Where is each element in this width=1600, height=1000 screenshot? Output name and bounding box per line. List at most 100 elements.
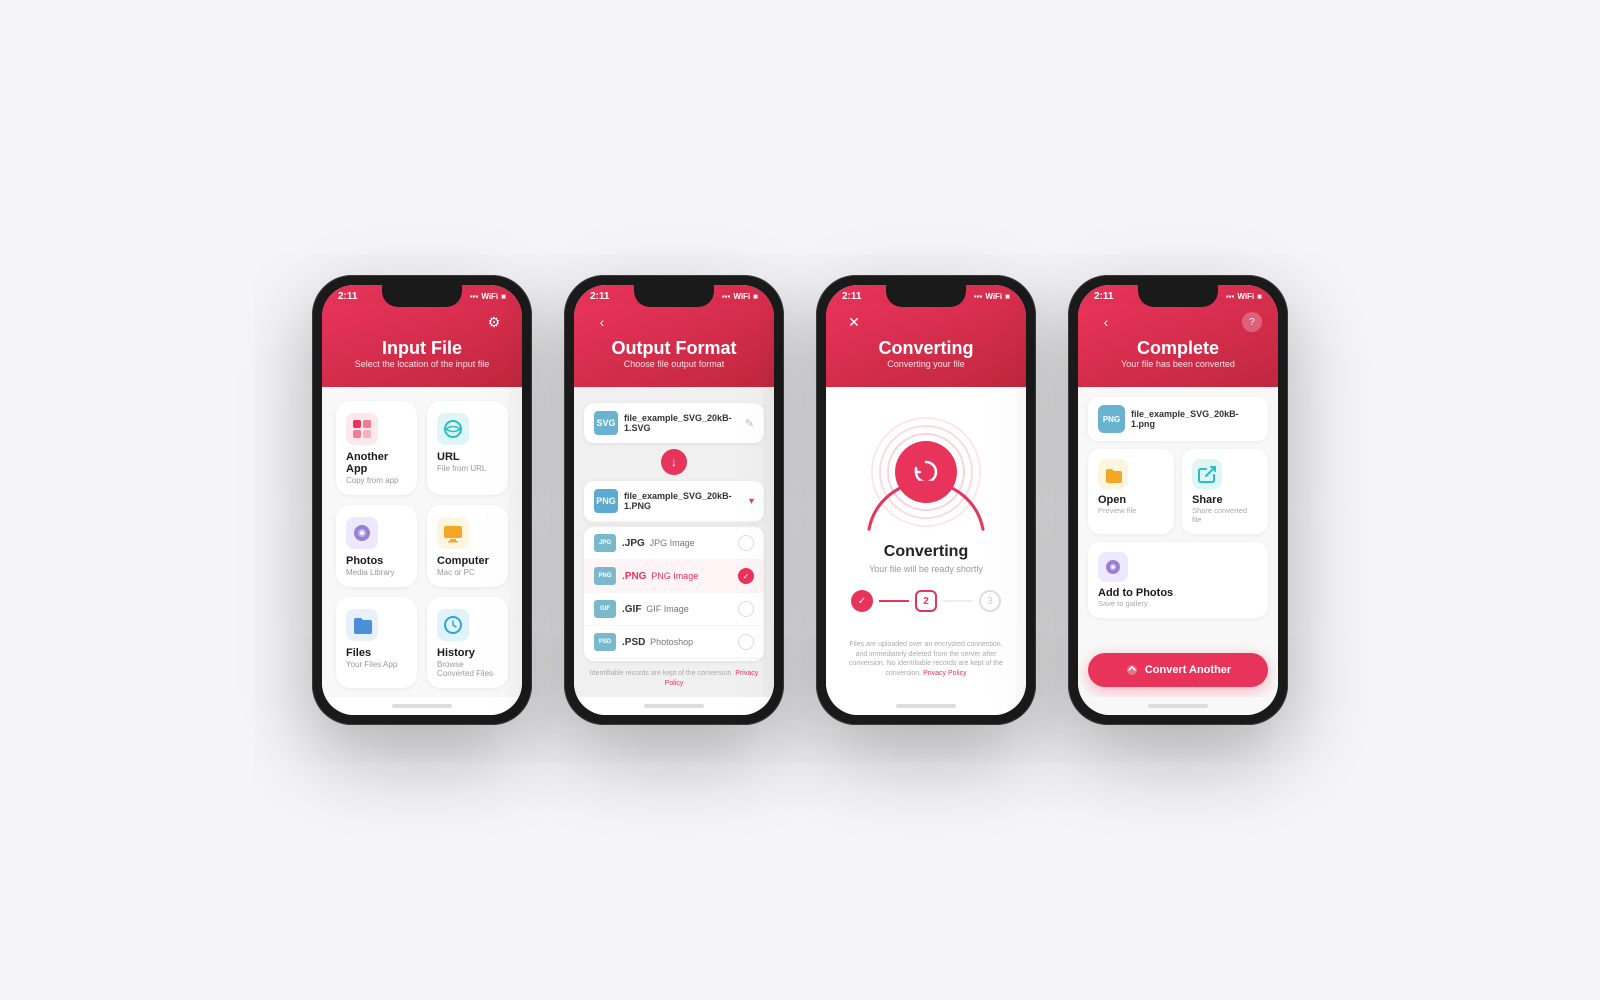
computer-icon — [437, 517, 469, 549]
option-card-files[interactable]: Files Your Files App — [336, 597, 417, 688]
privacy-note-2: Identifiable records are kept of the con… — [574, 661, 774, 697]
gif-check — [738, 601, 754, 617]
header-row-4: ‹ ? — [1094, 310, 1262, 334]
phone-body-2: SVG file_example_SVG_20kB-1.SVG ✎ ↓ PNG … — [574, 387, 774, 697]
psd-file-icon: PSD — [594, 633, 616, 651]
notch-1 — [382, 285, 462, 307]
action-grid: Open Preview file Share Share converted … — [1088, 449, 1268, 534]
header-subtitle-2: Choose file output format — [624, 359, 725, 369]
open-icon — [1098, 459, 1128, 489]
option-card-another-app[interactable]: Another App Copy from app — [336, 401, 417, 495]
phone-screen-4: 2:11 ▪▪▪ WiFi ■ ‹ ? Complete — [1078, 285, 1278, 715]
option-card-computer[interactable]: Computer Mac or PC — [427, 505, 508, 587]
step-line-2 — [943, 600, 973, 602]
back-button-4[interactable]: ‹ — [1094, 310, 1118, 334]
step-2-current: 2 — [915, 590, 937, 612]
wifi-icon-2: WiFi — [733, 292, 750, 301]
add-photos-sub: Save to gallery — [1098, 599, 1148, 608]
action-card-share[interactable]: Share Share converted file — [1182, 449, 1268, 534]
battery-icon-3: ■ — [1005, 292, 1010, 301]
battery-icon: ■ — [501, 292, 506, 301]
header-row-3: ✕ — [842, 310, 1010, 334]
share-icon — [1192, 459, 1222, 489]
privacy-link-3[interactable]: Privacy Policy — [923, 670, 967, 677]
phone-screen-2: 2:11 ▪▪▪ WiFi ■ ‹ Output For — [574, 285, 774, 715]
converting-label: Converting — [884, 543, 968, 561]
status-time-1: 2:11 — [338, 291, 357, 302]
signal-icon-3: ▪▪▪ — [974, 292, 983, 301]
photos-sublabel: Media Library — [346, 568, 394, 577]
back-button-2[interactable]: ‹ — [590, 310, 614, 334]
edit-icon[interactable]: ✎ — [745, 417, 754, 430]
signal-icon: ▪▪▪ — [470, 292, 479, 301]
header-row-2: ‹ — [590, 310, 758, 334]
step-3-next: 3 — [979, 590, 1001, 612]
photos-icon — [346, 517, 378, 549]
header-title-3: Converting — [878, 338, 973, 359]
signal-icon-4: ▪▪▪ — [1226, 292, 1235, 301]
format-item-png[interactable]: PNG .PNG PNG Image ✓ — [584, 560, 764, 593]
input-file-bar: SVG file_example_SVG_20kB-1.SVG ✎ — [584, 403, 764, 443]
history-label: History — [437, 647, 475, 659]
format-item-gif[interactable]: GIF .GIF GIF Image — [584, 593, 764, 626]
phone-frame-3: 2:11 ▪▪▪ WiFi ■ ✕ Converting — [816, 275, 1036, 725]
wifi-icon: WiFi — [481, 292, 498, 301]
status-icons-4: ▪▪▪ WiFi ■ — [1226, 292, 1262, 301]
share-sub: Share converted file — [1192, 506, 1258, 524]
header-subtitle-3: Converting your file — [887, 359, 965, 369]
phone-header-2: ‹ Output Format Choose file output forma… — [574, 304, 774, 387]
wifi-icon-4: WiFi — [1237, 292, 1254, 301]
option-card-history[interactable]: History Browse Converted Files — [427, 597, 508, 688]
format-list: JPG .JPG JPG Image PNG .PNG PNG Image ✓ … — [584, 527, 764, 661]
result-file-icon: PNG — [1098, 405, 1125, 433]
gif-file-icon: GIF — [594, 600, 616, 618]
format-item-psd[interactable]: PSD .PSD Photoshop — [584, 626, 764, 659]
computer-sublabel: Mac or PC — [437, 568, 475, 577]
phone-body-1: Another App Copy from app URL File from … — [322, 387, 522, 697]
status-time-4: 2:11 — [1094, 291, 1113, 302]
phone-header-4: ‹ ? Complete Your file has been converte… — [1078, 304, 1278, 387]
phone-complete: 2:11 ▪▪▪ WiFi ■ ‹ ? Complete — [1068, 275, 1288, 725]
output-file-bar: PNG file_example_SVG_20kB-1.PNG ▾ — [584, 481, 764, 523]
download-button[interactable]: ↓ — [661, 449, 687, 475]
privacy-link-2[interactable]: Privacy Policy — [665, 670, 759, 687]
option-card-photos[interactable]: Photos Media Library — [336, 505, 417, 587]
dropdown-arrow[interactable]: ▾ — [749, 496, 754, 507]
header-title-4: Complete — [1137, 338, 1219, 359]
phone-frame-4: 2:11 ▪▪▪ WiFi ■ ‹ ? Complete — [1068, 275, 1288, 725]
notch-2 — [634, 285, 714, 307]
step-line-1 — [879, 600, 909, 602]
another-app-sublabel: Copy from app — [346, 476, 398, 485]
phone-frame-1: 2:11 ▪▪▪ WiFi ■ ⚙ Input File — [312, 275, 532, 725]
spin-rings — [871, 417, 981, 527]
status-icons-1: ▪▪▪ WiFi ■ — [470, 292, 506, 301]
action-card-open[interactable]: Open Preview file — [1088, 449, 1174, 534]
phone-header-1: ⚙ Input File Select the location of the … — [322, 304, 522, 387]
share-label: Share — [1192, 494, 1223, 506]
format-item-jpg[interactable]: JPG .JPG JPG Image — [584, 527, 764, 560]
url-sublabel: File from URL — [437, 464, 486, 473]
help-button-4[interactable]: ? — [1242, 312, 1262, 332]
header-title-1: Input File — [382, 338, 462, 359]
option-grid: Another App Copy from app URL File from … — [322, 387, 522, 697]
battery-icon-2: ■ — [753, 292, 758, 301]
computer-label: Computer — [437, 555, 489, 567]
files-label: Files — [346, 647, 371, 659]
header-subtitle-1: Select the location of the input file — [355, 359, 490, 369]
convert-another-button[interactable]: Convert Another — [1088, 653, 1268, 687]
files-sublabel: Your Files App — [346, 660, 397, 669]
close-button-3[interactable]: ✕ — [842, 310, 866, 334]
input-file-name: file_example_SVG_20kB-1.SVG — [624, 413, 739, 433]
action-card-add-photos[interactable]: Add to Photos Save to gallery — [1088, 542, 1268, 618]
header-title-2: Output Format — [612, 338, 737, 359]
header-subtitle-4: Your file has been converted — [1121, 359, 1235, 369]
photos-label: Photos — [346, 555, 383, 567]
url-icon — [437, 413, 469, 445]
gif-label: .GIF GIF Image — [622, 604, 732, 615]
battery-icon-4: ■ — [1257, 292, 1262, 301]
option-card-url[interactable]: URL File from URL — [427, 401, 508, 495]
convert-another-label: Convert Another — [1145, 664, 1231, 676]
gear-button-1[interactable]: ⚙ — [482, 310, 506, 334]
png-label: .PNG PNG Image — [622, 571, 732, 582]
complete-body: PNG file_example_SVG_20kB-1.png Open Pre… — [1078, 387, 1278, 697]
